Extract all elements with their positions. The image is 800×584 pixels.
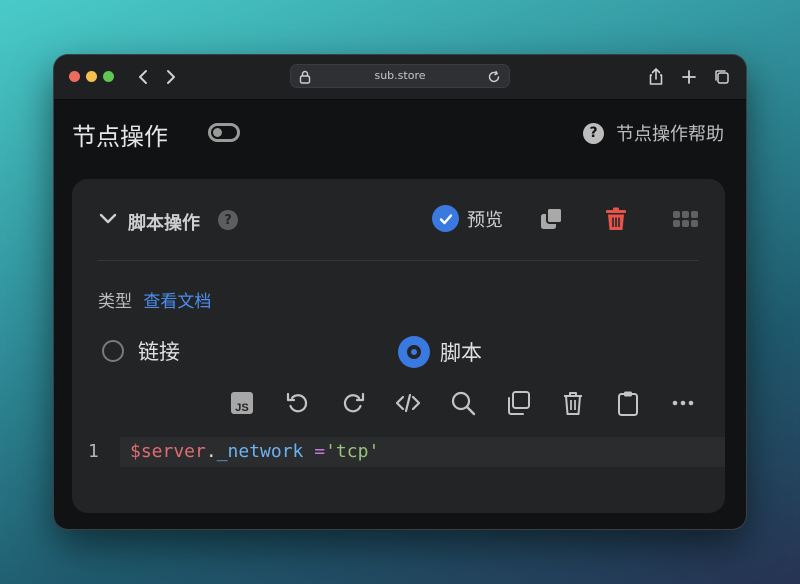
code-line[interactable]: $server._network ='tcp' (120, 437, 725, 467)
radio-label: 链接 (138, 340, 180, 364)
chevron-down-icon[interactable] (98, 209, 118, 229)
close-window-button[interactable] (69, 71, 80, 82)
js-icon[interactable]: JS (228, 389, 256, 417)
tab-overview-icon[interactable] (712, 67, 732, 87)
radio-label: 脚本 (440, 341, 482, 365)
back-icon[interactable] (134, 66, 154, 88)
drag-handle-icon[interactable] (672, 205, 700, 233)
more-icon[interactable] (669, 389, 697, 417)
page-title: 节点操作 (72, 123, 168, 151)
clipboard-icon[interactable] (614, 389, 642, 417)
radio-selected-icon (398, 336, 430, 368)
toggle-knob (213, 128, 222, 137)
copy-icon[interactable] (504, 389, 532, 417)
code-token-variable: $server (130, 441, 206, 462)
new-tab-icon[interactable] (679, 67, 699, 87)
preview-label: 预览 (467, 209, 503, 231)
share-icon[interactable] (646, 67, 666, 87)
duplicate-icon[interactable] (538, 205, 566, 233)
trash-icon[interactable] (559, 389, 587, 417)
line-number: 1 (88, 441, 99, 462)
svg-text:JS: JS (235, 402, 248, 414)
delete-icon[interactable] (602, 205, 630, 233)
question-circle-icon: ? (583, 122, 604, 144)
zoom-window-button[interactable] (103, 71, 114, 82)
url-text: sub.store (374, 69, 426, 82)
enable-toggle[interactable] (208, 123, 240, 142)
card-title: 脚本操作 (128, 213, 200, 234)
preview-checkbox[interactable]: 预览 (432, 205, 503, 232)
help-link[interactable]: ? 节点操作帮助 (583, 120, 724, 146)
code-token-dot: . (205, 441, 217, 462)
radio-link[interactable]: 链接 (102, 336, 180, 366)
browser-window: sub.store 节点操作 ? 节点操作帮助 脚本操作 ? 预览 类型 查看文… (54, 55, 746, 529)
undo-icon[interactable] (284, 389, 312, 417)
radio-script[interactable]: 脚本 (398, 336, 482, 368)
radio-unselected-icon (102, 340, 124, 362)
view-docs-link[interactable]: 查看文档 (143, 292, 211, 312)
redo-icon[interactable] (339, 389, 367, 417)
minimize-window-button[interactable] (86, 71, 97, 82)
card-header: 脚本操作 ? 预览 (98, 201, 701, 241)
browser-titlebar: sub.store (54, 55, 746, 100)
address-bar[interactable]: sub.store (290, 64, 510, 88)
code-editor[interactable]: 1 $server._network ='tcp' (72, 437, 725, 467)
search-icon[interactable] (449, 389, 477, 417)
code-icon[interactable] (394, 389, 422, 417)
code-token-operator: = (314, 441, 326, 462)
type-label: 类型 (98, 292, 132, 312)
question-circle-icon[interactable]: ? (218, 210, 238, 230)
reload-icon[interactable] (487, 69, 501, 88)
type-row: 类型 查看文档 (98, 287, 211, 312)
page-header: 节点操作 ? 节点操作帮助 (72, 115, 728, 155)
help-label: 节点操作帮助 (616, 124, 724, 145)
check-circle-icon (432, 205, 459, 232)
forward-icon[interactable] (160, 66, 180, 88)
code-token-property: _network (216, 441, 304, 462)
script-operation-card: 脚本操作 ? 预览 类型 查看文档 链接 脚本 JS 1 $server._ne… (72, 179, 725, 513)
card-divider (98, 260, 699, 261)
code-token-string: 'tcp' (325, 441, 380, 462)
